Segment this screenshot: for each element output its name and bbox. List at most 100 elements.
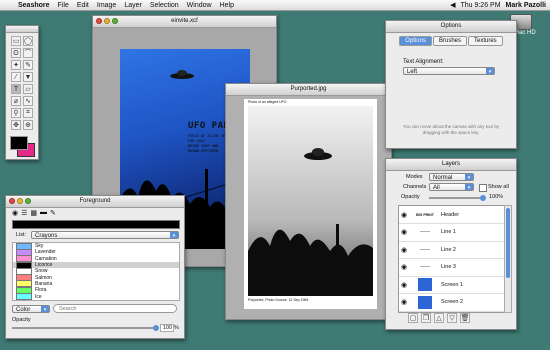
color-wheel-icon[interactable]: ◉: [12, 209, 18, 217]
color-name: Ice: [35, 293, 42, 300]
text-alignment-value: Left: [407, 69, 418, 75]
options-window: Options Options Brushes Textures Text Al…: [385, 20, 517, 149]
menu-layer[interactable]: Layer: [120, 2, 146, 9]
layer-row[interactable]: ◉ Screen 2: [399, 294, 505, 312]
layer-opacity-knob[interactable]: [480, 195, 486, 201]
foreground-titlebar[interactable]: Foreground: [6, 196, 184, 208]
visibility-eye-icon[interactable]: ◉: [399, 211, 409, 219]
eyedropper-icon[interactable]: ⌀: [11, 96, 21, 106]
duplicate-layer-icon[interactable]: ❐: [421, 313, 431, 323]
text-icon[interactable]: T: [11, 84, 21, 94]
zoom-button[interactable]: [25, 198, 31, 204]
close-button[interactable]: [96, 18, 102, 24]
text-alignment-label: Text Alignment:: [403, 59, 444, 65]
menu-edit[interactable]: Edit: [73, 2, 93, 9]
minimize-button[interactable]: [104, 18, 110, 24]
layer-row[interactable]: ◉ BIG PRINT Header: [399, 206, 505, 224]
visibility-eye-icon[interactable]: ◉: [399, 263, 409, 271]
raise-layer-icon[interactable]: △: [434, 313, 444, 323]
visibility-eye-icon[interactable]: ◉: [399, 228, 409, 236]
layer-row[interactable]: ◉ ~~~~~ Line 2: [399, 241, 505, 259]
menu-selection[interactable]: Selection: [146, 2, 183, 9]
color-mode-value: Color: [16, 307, 31, 313]
color-list-item[interactable]: Ice: [13, 293, 179, 300]
image-window-titlebar[interactable]: einvite.xcf: [93, 16, 276, 28]
minimize-button[interactable]: [17, 198, 23, 204]
options-title: Options: [440, 23, 462, 29]
visibility-eye-icon[interactable]: ◉: [399, 246, 409, 254]
tab-brushes[interactable]: Brushes: [432, 36, 467, 46]
toolbox-titlebar[interactable]: [6, 26, 38, 33]
clock[interactable]: Thu 9:26 PM: [460, 2, 500, 9]
image-window-title: einvite.xcf: [171, 18, 198, 24]
fill-icon[interactable]: ▼: [23, 72, 33, 82]
zoom-icon[interactable]: ⚲: [11, 108, 21, 118]
palette-list-select[interactable]: Crayons ▾: [31, 231, 179, 239]
layer-list: ◉ BIG PRINT Header ◉ ~~~~~ Line 1 ◉ ~~~~~ Line 2…: [398, 205, 506, 313]
color-name: Banana: [35, 280, 53, 287]
app-menu[interactable]: Seashore: [14, 2, 54, 9]
color-name: Snow: [35, 268, 48, 275]
brush-icon[interactable]: ⁄: [11, 72, 21, 82]
color-mode-select[interactable]: Color ▾: [12, 305, 50, 313]
image-palette-icon[interactable]: ▬: [40, 209, 47, 217]
volume-icon[interactable]: ◀: [450, 1, 455, 9]
tab-textures[interactable]: Textures: [468, 36, 503, 46]
channels-select[interactable]: All ▾: [429, 183, 474, 191]
smudge-icon[interactable]: ∿: [23, 96, 33, 106]
user-menu[interactable]: Mark Pazolli: [506, 2, 546, 9]
current-color-well[interactable]: [12, 220, 180, 229]
menu-window[interactable]: Window: [183, 2, 216, 9]
show-all-checkbox[interactable]: [479, 184, 487, 192]
layers-titlebar[interactable]: Layers: [386, 159, 516, 171]
visibility-eye-icon[interactable]: ◉: [399, 281, 409, 289]
ellipse-select-icon[interactable]: ◯: [23, 36, 33, 46]
channels-value: All: [433, 185, 440, 191]
photo-window-titlebar[interactable]: Purported.jpg: [226, 84, 391, 96]
crop-icon[interactable]: ⌗: [23, 108, 33, 118]
layer-opacity-value: 100%: [489, 194, 504, 200]
eraser-icon[interactable]: ▱: [23, 84, 33, 94]
tab-options[interactable]: Options: [399, 36, 432, 46]
visibility-eye-icon[interactable]: ◉: [399, 298, 409, 306]
color-sliders-icon[interactable]: ☰: [21, 209, 27, 217]
color-palette-icon[interactable]: ▦: [30, 209, 37, 217]
foreground-opacity-knob[interactable]: [153, 325, 159, 331]
options-titlebar[interactable]: Options: [386, 21, 516, 33]
zoom-button[interactable]: [112, 18, 118, 24]
new-layer-icon[interactable]: ▢: [408, 313, 418, 323]
scroll-thumb[interactable]: [506, 208, 510, 278]
layer-thumbnail: ~~~~~: [419, 265, 431, 269]
color-swatch: [16, 293, 32, 300]
foreground-opacity-slider[interactable]: [12, 325, 159, 331]
mode-select[interactable]: Normal ▾: [429, 173, 474, 181]
lasso-icon[interactable]: ʘ: [11, 48, 21, 58]
foreground-color-swatch[interactable]: [10, 136, 28, 150]
foreground-opacity-value[interactable]: 100: [160, 324, 174, 332]
search-field[interactable]: [53, 304, 177, 313]
layer-scrollbar[interactable]: [504, 205, 512, 313]
foreground-opacity-label: Opacity: [12, 317, 31, 323]
move-icon[interactable]: ✥: [11, 120, 21, 130]
crayons-icon[interactable]: ✎: [50, 209, 56, 217]
layer-row[interactable]: ◉ ~~~~~ Line 3: [399, 259, 505, 277]
wand-icon[interactable]: ✦: [11, 60, 21, 70]
photo-canvas[interactable]: Photo of an alleged UFO Purported, Photo…: [244, 99, 377, 309]
menu-image[interactable]: Image: [93, 2, 120, 9]
delete-layer-icon[interactable]: 🗑: [460, 313, 470, 323]
layer-row[interactable]: ◉ ~~~~~ Line 1: [399, 224, 505, 242]
clone-icon[interactable]: ⊕: [23, 120, 33, 130]
menu-file[interactable]: File: [54, 2, 73, 9]
pencil-icon[interactable]: ✎: [23, 60, 33, 70]
lower-layer-icon[interactable]: ▽: [447, 313, 457, 323]
layer-name: Screen 1: [441, 281, 464, 288]
layers-window: Layers Modes Normal ▾ Channels All ▾ Sho…: [385, 158, 517, 330]
layer-row[interactable]: ◉ Screen 1: [399, 276, 505, 294]
text-alignment-select[interactable]: Left ▾: [403, 67, 495, 75]
chevron-down-icon: ▾: [486, 68, 494, 75]
menu-help[interactable]: Help: [216, 2, 238, 9]
close-button[interactable]: [9, 198, 15, 204]
polygon-lasso-icon[interactable]: ⌒: [23, 48, 33, 58]
layer-opacity-slider[interactable]: [429, 195, 486, 201]
rect-select-icon[interactable]: ▭: [11, 36, 21, 46]
